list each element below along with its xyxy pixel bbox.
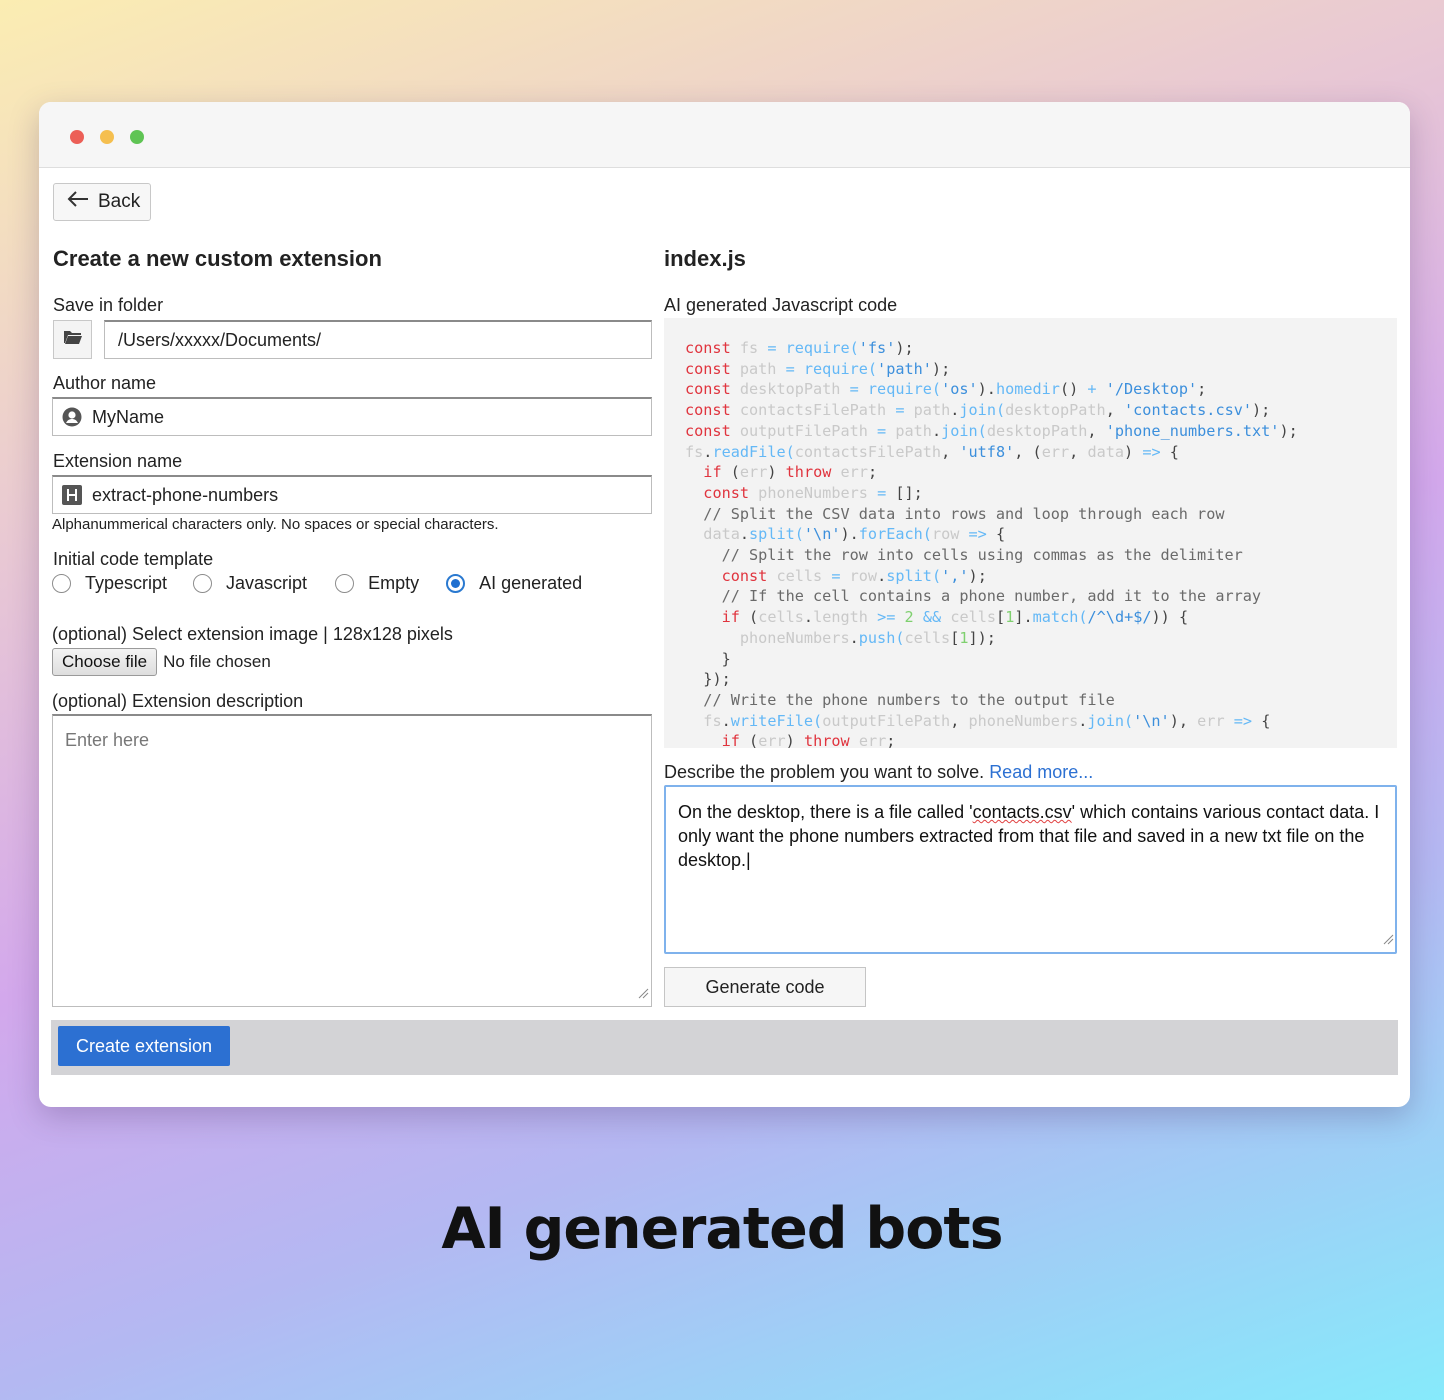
- template-option-ai-generated[interactable]: AI generated: [446, 573, 582, 594]
- code-line: const phoneNumbers = [];: [703, 483, 923, 502]
- code-line: const fs = require('fs');: [685, 339, 914, 357]
- caption: AI generated bots: [441, 1196, 1003, 1262]
- app-window: Back Create a new custom extension Save …: [39, 102, 1410, 1107]
- title-bar: [39, 102, 1410, 168]
- radio-javascript[interactable]: [193, 574, 213, 593]
- author-input[interactable]: MyName: [52, 397, 652, 436]
- folder-picker-button[interactable]: [53, 320, 92, 359]
- code-line: fs.readFile(contactsFilePath, 'utf8', (e…: [685, 442, 1179, 461]
- generate-code-button[interactable]: Generate code: [664, 967, 866, 1007]
- code-line: }: [721, 649, 731, 668]
- code-line: if (err) throw err;: [703, 463, 878, 482]
- problem-prompt-textarea[interactable]: On the desktop, there is a file called '…: [664, 785, 1397, 954]
- back-button[interactable]: Back: [53, 183, 151, 221]
- footer-bar: [51, 1020, 1398, 1075]
- extension-name-value: extract-phone-numbers: [92, 484, 279, 505]
- code-line: data.split('\n').forEach(row => {: [703, 525, 1006, 544]
- resize-handle-icon[interactable]: [1383, 927, 1394, 951]
- code-line: // Write the phone numbers to the output…: [703, 690, 1115, 709]
- template-option-javascript[interactable]: Javascript: [193, 573, 307, 594]
- extension-name-hint: Alphanummerical characters only. No spac…: [52, 516, 499, 533]
- code-subtitle: AI generated Javascript code: [664, 295, 898, 315]
- zoom-window-button[interactable]: [130, 130, 144, 144]
- radio-empty[interactable]: [335, 574, 355, 593]
- file-input: Choose file No file chosen: [52, 648, 271, 676]
- close-window-button[interactable]: [70, 130, 84, 144]
- author-label: Author name: [53, 373, 157, 393]
- code-line: if (err) throw err;: [721, 732, 896, 748]
- save-folder-value: /Users/xxxxx/Documents/: [118, 329, 322, 350]
- code-line: phoneNumbers.push(cells[1]);: [739, 628, 996, 647]
- radio-ai-generated[interactable]: [446, 574, 466, 593]
- code-line: const outputFilePath = path.join(desktop…: [685, 421, 1298, 440]
- code-line: });: [703, 670, 731, 689]
- problem-prompt-value: On the desktop, there is a file called '…: [678, 802, 1380, 870]
- read-more-link[interactable]: Read more...: [989, 762, 1093, 782]
- code-line: if (cells.length >= 2 && cells[1].match(…: [721, 608, 1189, 627]
- extension-image-label: (optional) Select extension image | 128x…: [52, 624, 453, 644]
- back-button-label: Back: [98, 191, 141, 212]
- describe-problem-row: Describe the problem you want to solve. …: [664, 762, 1093, 783]
- code-line: const desktopPath = require('os').homedi…: [685, 380, 1207, 399]
- save-folder-label: Save in folder: [53, 295, 164, 315]
- code-line: // If the cell contains a phone number, …: [721, 587, 1262, 606]
- author-value: MyName: [92, 406, 165, 427]
- template-label: Initial code template: [53, 549, 214, 569]
- main-content: Back Create a new custom extension Save …: [39, 168, 1410, 1107]
- create-extension-button[interactable]: Create extension: [58, 1026, 230, 1066]
- template-option-label: AI generated: [479, 573, 583, 593]
- description-placeholder: Enter here: [65, 730, 150, 750]
- arrow-left-icon: [67, 191, 89, 213]
- radio-typescript[interactable]: [52, 574, 71, 593]
- description-textarea[interactable]: Enter here: [52, 714, 652, 1007]
- extension-name-input[interactable]: extract-phone-numbers: [52, 475, 652, 514]
- template-option-label: Empty: [368, 573, 420, 593]
- resize-handle-icon[interactable]: [638, 983, 649, 1004]
- describe-problem-label: Describe the problem you want to solve.: [664, 762, 985, 782]
- choose-file-button[interactable]: Choose file: [52, 648, 158, 676]
- code-line: // Split the row into cells using commas…: [721, 546, 1243, 565]
- code-line: // Split the CSV data into rows and loop…: [703, 504, 1225, 523]
- template-option-label: Typescript: [85, 573, 168, 593]
- template-radio-group: Typescript Javascript Empty AI generated: [52, 573, 582, 594]
- no-file-text: No file chosen: [163, 652, 271, 671]
- code-line: const cells = row.split(',');: [721, 566, 987, 585]
- code-editor[interactable]: const fs = require('fs'); const path = r…: [664, 318, 1397, 748]
- extension-name-label: Extension name: [53, 451, 183, 471]
- code-line: const path = require('path');: [685, 359, 951, 378]
- folder-icon: [63, 329, 83, 350]
- description-label: (optional) Extension description: [52, 691, 304, 711]
- heading-icon: [62, 485, 82, 505]
- code-line: fs.writeFile(outputFilePath, phoneNumber…: [703, 711, 1271, 730]
- code-line: const contactsFilePath = path.join(deskt…: [685, 401, 1271, 420]
- save-folder-input[interactable]: /Users/xxxxx/Documents/: [104, 320, 652, 359]
- user-icon: [62, 407, 82, 427]
- template-option-empty[interactable]: Empty: [335, 573, 419, 594]
- template-option-label: Javascript: [226, 573, 308, 593]
- code-filename: index.js: [664, 246, 746, 271]
- minimize-window-button[interactable]: [100, 130, 114, 144]
- page-title: Create a new custom extension: [53, 246, 382, 271]
- template-option-typescript[interactable]: Typescript: [52, 573, 167, 594]
